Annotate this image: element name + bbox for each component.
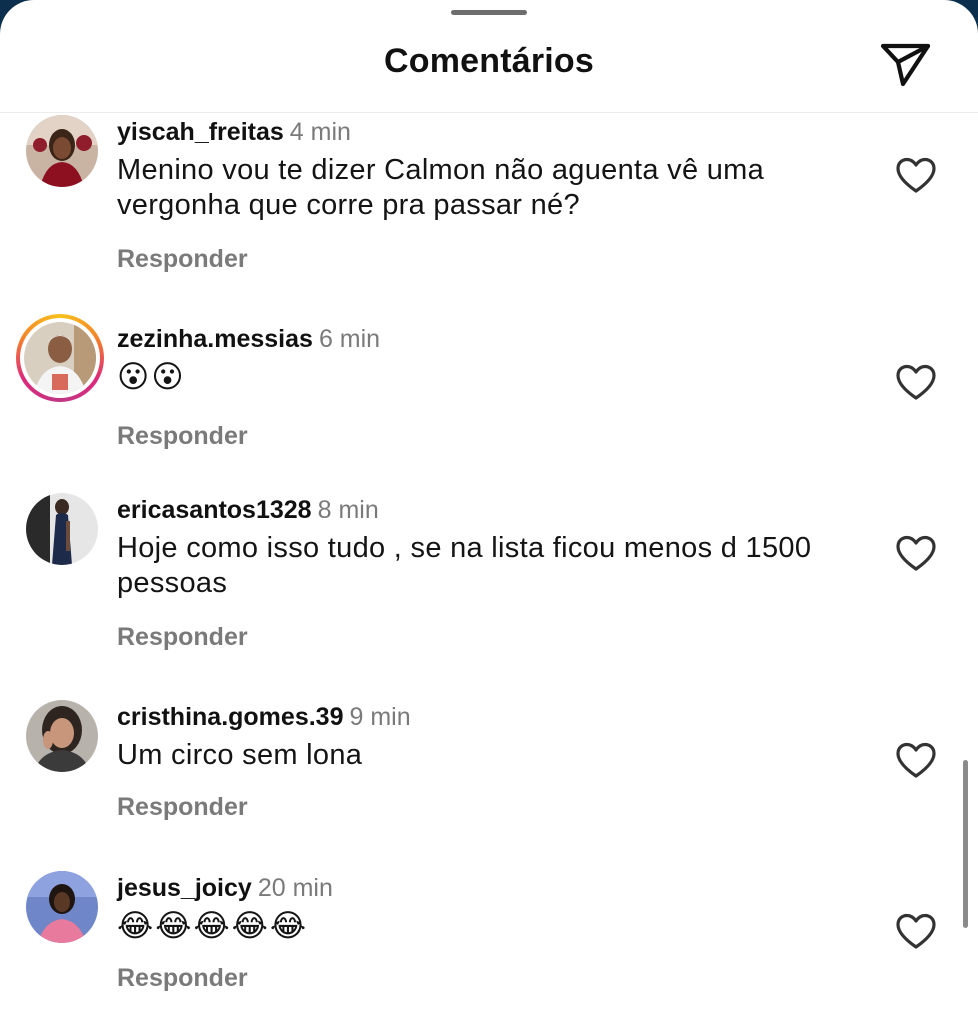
username[interactable]: cristhina.gomes.39: [117, 703, 343, 731]
comment-meta: jesus_joicy 20 min: [117, 873, 333, 903]
username[interactable]: jesus_joicy: [117, 874, 252, 902]
heart-icon[interactable]: [895, 742, 937, 780]
timestamp: 4 min: [289, 118, 351, 146]
heart-icon[interactable]: [895, 535, 937, 573]
comment-text: Menino vou te dizer Calmon não aguenta v…: [117, 154, 765, 221]
comment-text: 😮😮: [117, 359, 186, 395]
heart-icon[interactable]: [895, 157, 937, 195]
send-icon[interactable]: [878, 38, 934, 90]
comments-sheet: Comentários yiscah_freitas 4 min Menino v…: [0, 0, 978, 1024]
comment-text: Um circo sem lona: [117, 739, 363, 771]
comment-text: Hoje como isso tudo , se na lista ficou …: [117, 532, 812, 599]
comment-meta: zezinha.messias 6 min: [117, 324, 380, 354]
header-divider: [0, 112, 978, 113]
username[interactable]: zezinha.messias: [117, 325, 313, 353]
reply-button[interactable]: Responder: [117, 964, 248, 993]
avatar-story-ring[interactable]: [16, 314, 104, 402]
page-title: Comentários: [383, 42, 595, 80]
avatar[interactable]: [26, 493, 98, 565]
reply-button[interactable]: Responder: [117, 422, 248, 451]
avatar: [24, 322, 96, 394]
heart-icon[interactable]: [895, 364, 937, 402]
avatar[interactable]: [26, 700, 98, 772]
reply-button[interactable]: Responder: [117, 793, 248, 822]
comment-item: cristhina.gomes.39 9 min Um circo sem lon…: [0, 700, 978, 840]
comment-meta: cristhina.gomes.39 9 min: [117, 702, 411, 732]
comment-item: jesus_joicy 20 min 😂😂😂😂😂 Responder: [0, 871, 978, 1011]
heart-icon[interactable]: [895, 913, 937, 951]
comment-text: 😂😂😂😂😂: [117, 908, 309, 944]
comment-meta: yiscah_freitas 4 min: [117, 117, 351, 147]
timestamp: 6 min: [318, 325, 381, 353]
sheet-grabber[interactable]: [451, 10, 527, 15]
comment-item: ericasantos1328 8 min Hoje como isso tudo…: [0, 493, 978, 663]
timestamp: 8 min: [317, 496, 379, 524]
comment-meta: ericasantos1328 8 min: [117, 495, 379, 525]
username[interactable]: ericasantos1328: [117, 496, 312, 524]
reply-button[interactable]: Responder: [117, 623, 248, 652]
timestamp: 20 min: [257, 874, 333, 902]
username[interactable]: yiscah_freitas: [117, 118, 284, 146]
reply-button[interactable]: Responder: [117, 245, 248, 274]
comment-item: zezinha.messias 6 min 😮😮 Responder: [0, 314, 978, 472]
avatar[interactable]: [26, 115, 98, 187]
timestamp: 9 min: [349, 703, 411, 731]
avatar[interactable]: [26, 871, 98, 943]
scrollbar[interactable]: [963, 760, 968, 928]
comment-item: yiscah_freitas 4 min Menino vou te dizer …: [0, 115, 978, 285]
